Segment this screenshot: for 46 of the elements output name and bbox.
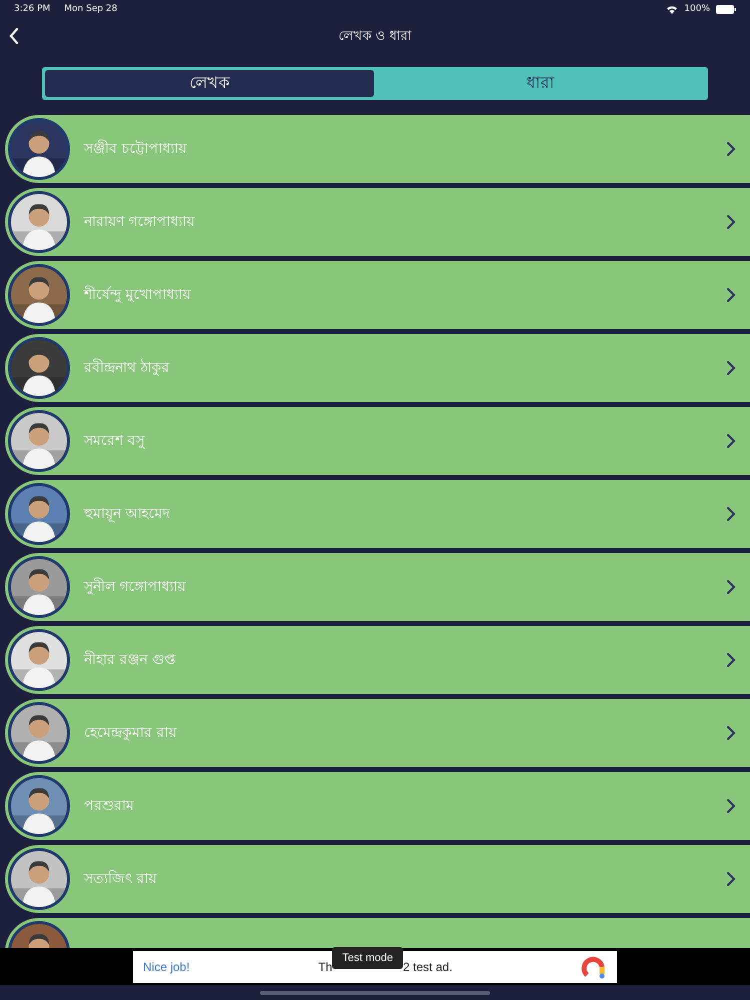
chevron-right-icon xyxy=(726,871,736,887)
back-icon[interactable] xyxy=(9,28,19,44)
chevron-right-icon xyxy=(726,141,736,157)
author-row[interactable]: সত্যজিৎ রায় xyxy=(5,845,750,913)
author-name: পরশুরাম xyxy=(84,797,135,816)
tab[interactable]: ধারা xyxy=(376,70,705,97)
status-date: Mon Sep 28 xyxy=(64,4,118,14)
test-mode-badge: Test mode xyxy=(332,946,404,968)
author-name: হুমায়ূন আহমেদ xyxy=(84,505,171,524)
chevron-right-icon xyxy=(726,652,736,668)
chevron-right-icon xyxy=(726,287,736,303)
wifi-icon xyxy=(666,4,678,14)
author-name: শীর্ষেন্দু মুখোপাধ্যায় xyxy=(84,284,192,305)
author-row[interactable]: হুমায়ূন আহমেদ xyxy=(5,480,750,548)
author-row[interactable]: শীর্ষেন্দু মুখোপাধ্যায় xyxy=(5,261,750,329)
author-name: নারায়ণ গঙ্গোপাধ্যায় xyxy=(84,213,196,232)
author-name: সুনীল গঙ্গোপাধ্যায় xyxy=(84,576,187,597)
author-name: রবীন্দ্রনাথ ঠাকুর xyxy=(84,358,170,378)
author-row[interactable]: নারায়ণ গঙ্গোপাধ্যায় xyxy=(5,188,750,256)
chevron-right-icon xyxy=(726,360,736,376)
author-name: সমরেশ বসু xyxy=(84,432,146,451)
author-row[interactable]: নীহার রঞ্জন গুপ্ত xyxy=(5,626,750,694)
chevron-right-icon xyxy=(726,579,736,595)
chevron-right-icon xyxy=(726,433,736,449)
tab[interactable]: লেখক xyxy=(45,70,374,97)
author-row[interactable]: পরশুরাম xyxy=(5,772,750,840)
ad-text: 2 test ad. xyxy=(403,960,452,974)
author-row[interactable]: হেমেন্দ্রকুমার রায় xyxy=(5,699,750,767)
author-row[interactable]: সঞ্জীব চট্টোপাধ্যায় xyxy=(5,115,750,183)
chevron-right-icon xyxy=(726,798,736,814)
ad-text: Th xyxy=(318,960,332,974)
nav-title: লেখক ও ধারা xyxy=(338,28,412,46)
author-name: সত্যজিৎ রায় xyxy=(84,869,158,889)
chevron-right-icon xyxy=(726,725,736,741)
author-name: নীহার রঞ্জন গুপ্ত xyxy=(84,650,177,670)
battery-icon xyxy=(716,4,736,14)
author-name: সঞ্জীব চট্টোপাধ্যায় xyxy=(84,138,188,159)
status-time: 3:26 PM xyxy=(14,4,50,14)
author-row[interactable]: সুনীল গঙ্গোপাধ্যায় xyxy=(5,553,750,621)
ad-headline: Nice job! xyxy=(143,960,190,974)
chevron-right-icon xyxy=(726,214,736,230)
battery-percent: 100% xyxy=(684,4,710,14)
chevron-right-icon xyxy=(726,506,736,522)
author-row[interactable]: সমরেশ বসু xyxy=(5,407,750,475)
author-row[interactable]: রবীন্দ্রনাথ ঠাকুর xyxy=(5,334,750,402)
author-name: হেমেন্দ্রকুমার রায় xyxy=(84,724,178,743)
